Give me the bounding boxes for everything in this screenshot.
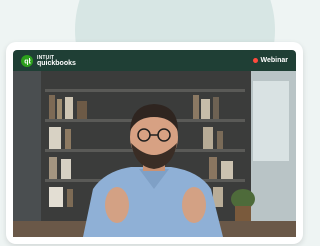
- brand-quickbooks: quickbooks: [37, 59, 76, 67]
- webinar-header: qb INTUIT quickbooks Webinar: [13, 50, 296, 71]
- presenter-scene: [13, 71, 296, 237]
- webinar-label: Webinar: [260, 57, 289, 64]
- live-dot-icon: [252, 58, 258, 63]
- video-frame[interactable]: [13, 71, 296, 237]
- quickbooks-brand[interactable]: qb INTUIT quickbooks: [21, 54, 76, 67]
- webinar-badge: Webinar: [252, 57, 289, 64]
- svg-text:qb: qb: [24, 58, 31, 65]
- webinar-card: qb INTUIT quickbooks Webinar: [6, 42, 303, 244]
- quickbooks-logo-icon: qb: [21, 54, 33, 67]
